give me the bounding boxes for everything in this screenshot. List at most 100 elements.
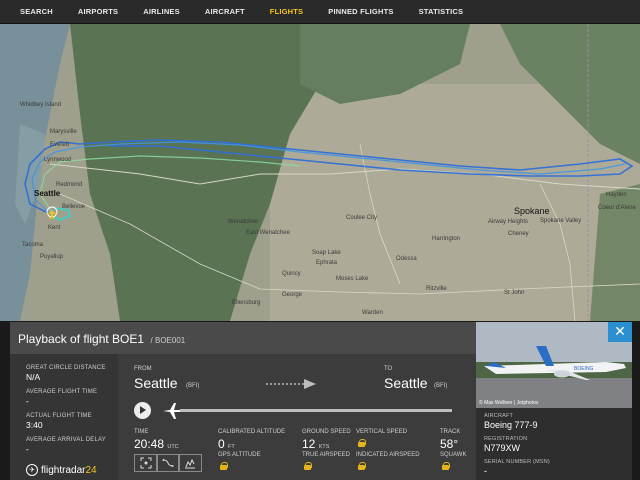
nav-pinned-flights[interactable]: PINNED FLIGHTS <box>316 0 406 24</box>
logo-number: 24 <box>85 464 97 476</box>
map-label-odessa: Odessa <box>396 256 417 262</box>
flight-callsign: / BOE001 <box>150 336 186 345</box>
time-unit: UTC <box>167 444 179 450</box>
ground-speed-unit: KTS <box>318 444 330 450</box>
vertical-speed-lock-icon[interactable] <box>358 439 366 447</box>
serial-number-label: SERIAL NUMBER (MSN) <box>484 459 550 465</box>
map-label-whidbey: Whidbey Island <box>20 102 62 108</box>
stat-value-arrival-delay: - <box>26 444 29 454</box>
time-number: 20:48 <box>134 437 165 451</box>
indicated-airspeed-lock-icon[interactable] <box>358 462 366 470</box>
map-label-ellensburg: Ellensburg <box>232 300 261 306</box>
map-label-george: George <box>282 292 303 298</box>
cal-alt-number: 0 <box>218 437 225 451</box>
cal-alt-value: 0 FT <box>218 437 235 451</box>
gps-alt-lock-icon[interactable] <box>220 462 228 470</box>
nav-aircraft[interactable]: AIRCRAFT <box>193 0 258 24</box>
to-label: TO <box>384 366 393 372</box>
ground-speed-number: 12 <box>302 437 316 451</box>
playback-timeline[interactable] <box>180 409 452 412</box>
squawk-lock-icon[interactable] <box>442 462 450 470</box>
aircraft-panel: BOEING © Max Welliver | Jetphotos AIRCRA… <box>476 322 632 480</box>
map-terrain <box>0 24 640 321</box>
map-label-lynnwood: Lynnwood <box>44 157 72 163</box>
flight-stats: GREAT CIRCLE DISTANCE N/A AVERAGE FLIGHT… <box>10 354 118 480</box>
map-label-hayden: Hayden <box>606 192 627 198</box>
flight-title: Playback of flight BOE1 <box>18 332 145 346</box>
map-label-wenatchee: Wenatchee <box>228 219 259 225</box>
from-city[interactable]: Seattle <box>134 375 178 391</box>
stat-value-avg-time: - <box>26 396 29 406</box>
logo-text: flightradar <box>41 464 86 476</box>
stat-value-actual-time: 3:40 <box>26 420 43 430</box>
vertical-speed-label: VERTICAL SPEED <box>356 429 408 435</box>
map-label-airway-heights: Airway Heights <box>488 219 529 225</box>
to-city[interactable]: Seattle <box>384 375 428 391</box>
map-label-soap-lake: Soap Lake <box>312 250 341 256</box>
fit-view-button[interactable] <box>134 454 158 472</box>
serial-number-value: - <box>484 466 487 476</box>
svg-text:BOEING: BOEING <box>574 366 594 372</box>
aircraft-type-value[interactable]: Boeing 777-9 <box>484 420 538 430</box>
close-button[interactable]: ✕ <box>608 322 632 342</box>
map-label-ritzville: Ritzville <box>426 286 447 292</box>
stat-label-arrival-delay: AVERAGE ARRIVAL DELAY <box>26 437 107 443</box>
from-label: FROM <box>134 366 152 372</box>
to-code: (BFI) <box>434 383 448 389</box>
route-button[interactable] <box>156 454 180 472</box>
map-label-seattle: Seattle <box>34 189 61 198</box>
map-label-harrington: Harrington <box>432 236 461 242</box>
track-value: 58° <box>440 437 459 451</box>
time-value: 20:48 UTC <box>134 437 179 451</box>
graph-icon <box>185 458 195 469</box>
ground-speed-value: 12 KTS <box>302 437 329 451</box>
map-label-cheney: Cheney <box>508 231 529 237</box>
map-label-kent: Kent <box>48 225 61 231</box>
flightradar24-logo[interactable]: ✈ flightradar 24 <box>26 464 97 476</box>
nav-search[interactable]: SEARCH <box>8 0 66 24</box>
map-label-moses-lake: Moses Lake <box>336 276 369 282</box>
squawk-label: SQUAWK <box>440 452 467 458</box>
map-label-tacoma: Tacoma <box>22 242 44 248</box>
nav-flights[interactable]: FLIGHTS <box>258 0 316 24</box>
from-code: (BFI) <box>186 383 200 389</box>
map-label-redmond: Redmond <box>56 182 83 188</box>
ground-speed-label: GROUND SPEED <box>302 429 351 435</box>
gps-alt-label: GPS ALTITUDE <box>218 452 261 458</box>
cal-alt-label: CALIBRATED ALTITUDE <box>218 429 286 435</box>
flight-map[interactable]: Seattle Bellevue Kent Tacoma Puyallup Ev… <box>0 24 640 321</box>
stat-label-actual-time: ACTUAL FLIGHT TIME <box>26 413 92 419</box>
nav-airports[interactable]: AIRPORTS <box>66 0 131 24</box>
stat-label-avg-time: AVERAGE FLIGHT TIME <box>26 389 98 395</box>
true-airspeed-lock-icon[interactable] <box>304 462 312 470</box>
fit-view-icon <box>140 457 152 469</box>
plane-icon <box>162 401 182 421</box>
map-label-spokane: Spokane <box>514 206 550 216</box>
route-icon <box>162 459 174 467</box>
map-label-coulee-city: Coulee City <box>346 215 378 221</box>
registration-label: REGISTRATION <box>484 436 528 442</box>
photo-credit: © Max Welliver | Jetphotos <box>479 400 539 406</box>
track-label: TRACK <box>440 429 461 435</box>
stat-value-distance: N/A <box>26 372 41 382</box>
registration-value[interactable]: N779XW <box>484 443 520 453</box>
indicated-airspeed-label: INDICATED AIRSPEED <box>356 452 420 458</box>
map-label-everett: Everett <box>50 142 70 148</box>
map-label-marysville: Marysville <box>50 129 77 135</box>
graph-button[interactable] <box>178 454 202 472</box>
map-label-st-john: St John <box>504 290 525 296</box>
map-label-quincy: Quincy <box>282 271 301 277</box>
true-airspeed-label: TRUE AIRSPEED <box>302 452 351 458</box>
time-label: TIME <box>134 429 149 435</box>
map-label-bellevue: Bellevue <box>62 204 86 210</box>
map-label-coeur: Coeur d'Alene <box>598 205 636 211</box>
map-label-east-wenatchee: East Wenatchee <box>246 230 290 236</box>
play-button[interactable] <box>134 402 151 419</box>
map-label-puyallup: Puyallup <box>40 254 64 260</box>
map-label-spokane-valley: Spokane Valley <box>540 218 582 224</box>
cal-alt-unit: FT <box>228 444 235 450</box>
nav-statistics[interactable]: STATISTICS <box>407 0 477 24</box>
aircraft-type-label: AIRCRAFT <box>484 413 514 419</box>
nav-airlines[interactable]: AIRLINES <box>131 0 193 24</box>
route-arrow-icon <box>266 377 320 389</box>
